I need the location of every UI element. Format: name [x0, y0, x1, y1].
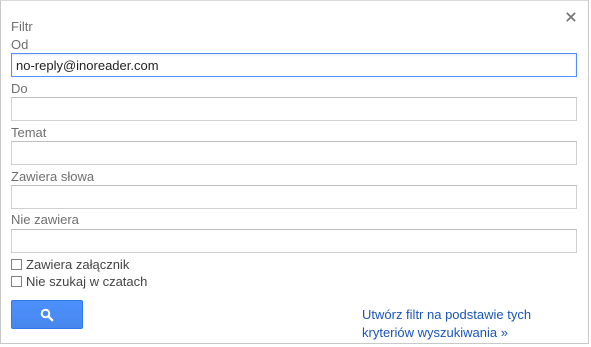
close-icon[interactable]	[565, 11, 577, 23]
has-words-label: Zawiera słowa	[11, 169, 95, 184]
from-label: Od	[11, 37, 29, 52]
create-filter-link[interactable]: Utwórz filtr na podstawie tych kryteriów…	[362, 306, 562, 342]
exclude-chats-label: Nie szukaj w czatach	[26, 274, 148, 289]
to-label: Do	[11, 81, 28, 96]
has-words-field[interactable]	[11, 185, 577, 209]
subject-label: Temat	[11, 125, 47, 140]
exclude-chats-checkbox[interactable]	[11, 276, 22, 287]
dialog-title: Filtr	[11, 19, 33, 34]
has-attachment-label: Zawiera załącznik	[26, 257, 130, 272]
doesnt-have-label: Nie zawiera	[11, 212, 79, 227]
has-attachment-option[interactable]: Zawiera załącznik	[11, 257, 129, 272]
has-attachment-checkbox[interactable]	[11, 259, 22, 270]
search-button[interactable]	[11, 300, 83, 329]
exclude-chats-option[interactable]: Nie szukaj w czatach	[11, 274, 147, 289]
search-icon	[40, 308, 54, 322]
from-field[interactable]	[11, 53, 577, 77]
subject-field[interactable]	[11, 141, 577, 165]
filter-dialog: Filtr Od Do Temat Zawiera słowa Nie zawi…	[0, 0, 589, 344]
doesnt-have-field[interactable]	[11, 229, 577, 253]
to-field[interactable]	[11, 97, 577, 121]
